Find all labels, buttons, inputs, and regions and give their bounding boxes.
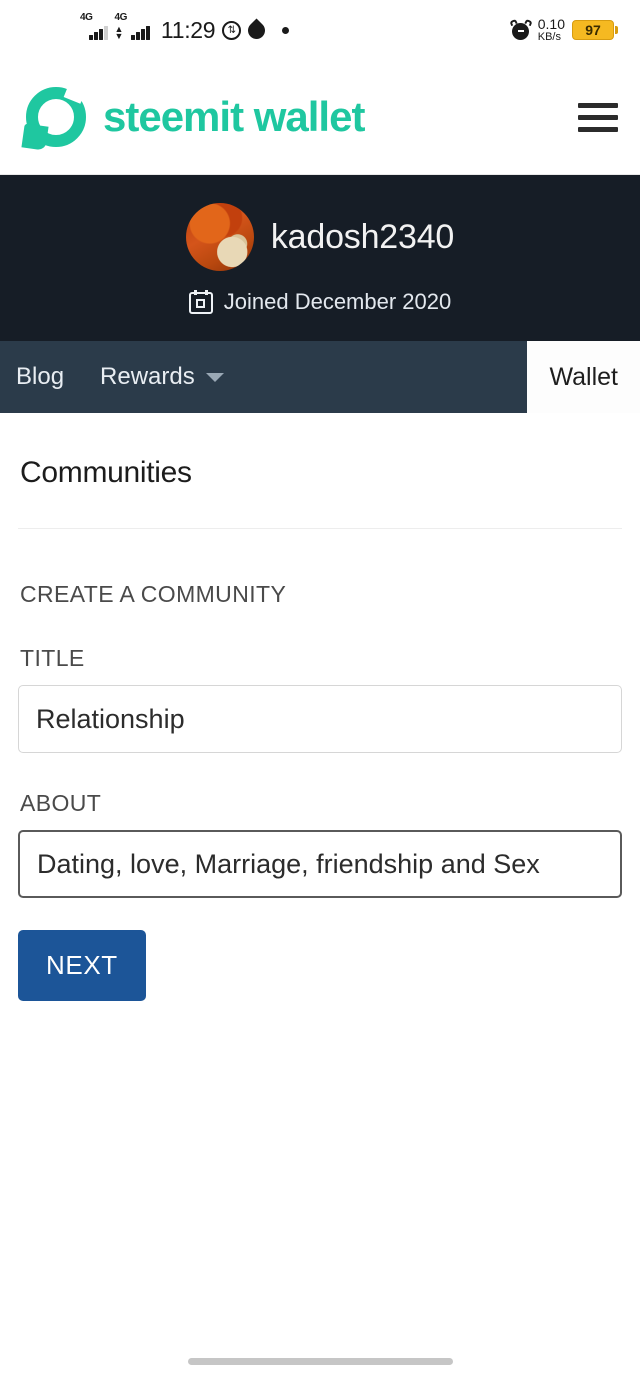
tab-rewards-label: Rewards: [100, 363, 195, 390]
network-speed-value: 0.10: [537, 15, 565, 32]
avatar[interactable]: [185, 203, 254, 271]
network-speed-unit: KB/s: [537, 30, 561, 43]
water-drop-icon: [244, 17, 269, 43]
profile-joined-label: Joined December 2020: [223, 289, 452, 314]
alarm-clock-icon: [509, 18, 533, 40]
section-divider: [18, 528, 622, 529]
steemit-logo-icon: [21, 82, 90, 151]
brand-home-link[interactable]: steemit wallet: [21, 82, 365, 151]
status-bar-left: 4G 4G ▲ ▼ 11:29 ⇅: [80, 12, 290, 44]
app-header: steemit wallet: [0, 60, 640, 175]
community-about-input[interactable]: [18, 830, 622, 898]
status-bar-clock: 11:29: [160, 16, 216, 43]
title-field-label: TITLE: [20, 645, 85, 671]
network-type-label-1: 4G: [80, 12, 93, 23]
home-indicator-pill[interactable]: [187, 1357, 453, 1365]
data-transfer-icon: ▲ ▼: [114, 24, 124, 41]
page-title: Communities: [20, 456, 192, 489]
brand-title: steemit wallet: [103, 93, 365, 140]
title-field-group: TITLE: [18, 645, 622, 753]
network-speed-indicator: 0.10 KB/s: [538, 17, 565, 43]
create-community-heading: CREATE A COMMUNITY: [20, 581, 287, 607]
battery-indicator: 97: [572, 19, 618, 40]
dot-icon: [282, 26, 290, 34]
community-title-input[interactable]: [18, 685, 622, 753]
tab-rewards[interactable]: Rewards: [82, 341, 242, 413]
about-field-group: ABOUT: [18, 790, 622, 898]
signal-strength-icon-1: 4G: [80, 12, 108, 40]
battery-level-label: 97: [572, 19, 614, 40]
tab-wallet[interactable]: Wallet: [527, 341, 640, 413]
about-field-label: ABOUT: [20, 790, 102, 816]
next-button[interactable]: NEXT: [18, 930, 146, 1001]
main-content: Communities CREATE A COMMUNITY TITLE ABO…: [0, 413, 640, 1001]
signal-strength-icon-2: 4G ▲ ▼: [114, 12, 150, 41]
profile-joined: Joined December 2020: [0, 289, 640, 315]
profile-username: kadosh2340: [270, 217, 455, 256]
tab-blog-label: Blog: [16, 363, 65, 390]
sync-circle-icon: ⇅: [222, 20, 242, 40]
tab-wallet-label: Wallet: [549, 362, 618, 391]
status-bar-right: 0.10 KB/s 97: [509, 17, 618, 43]
home-indicator[interactable]: [0, 1335, 640, 1387]
network-type-label-2: 4G: [114, 12, 128, 23]
profile-banner: kadosh2340 Joined December 2020: [0, 175, 640, 341]
tab-blog[interactable]: Blog: [0, 341, 82, 413]
chevron-down-icon: [205, 372, 224, 382]
status-bar: 4G 4G ▲ ▼ 11:29 ⇅ 0.10 KB/s 97: [0, 0, 640, 60]
profile-identity: kadosh2340: [0, 203, 640, 271]
calendar-icon: [188, 290, 213, 314]
profile-tab-bar: Blog Rewards Wallet: [0, 341, 640, 413]
hamburger-menu-icon[interactable]: [578, 102, 618, 132]
